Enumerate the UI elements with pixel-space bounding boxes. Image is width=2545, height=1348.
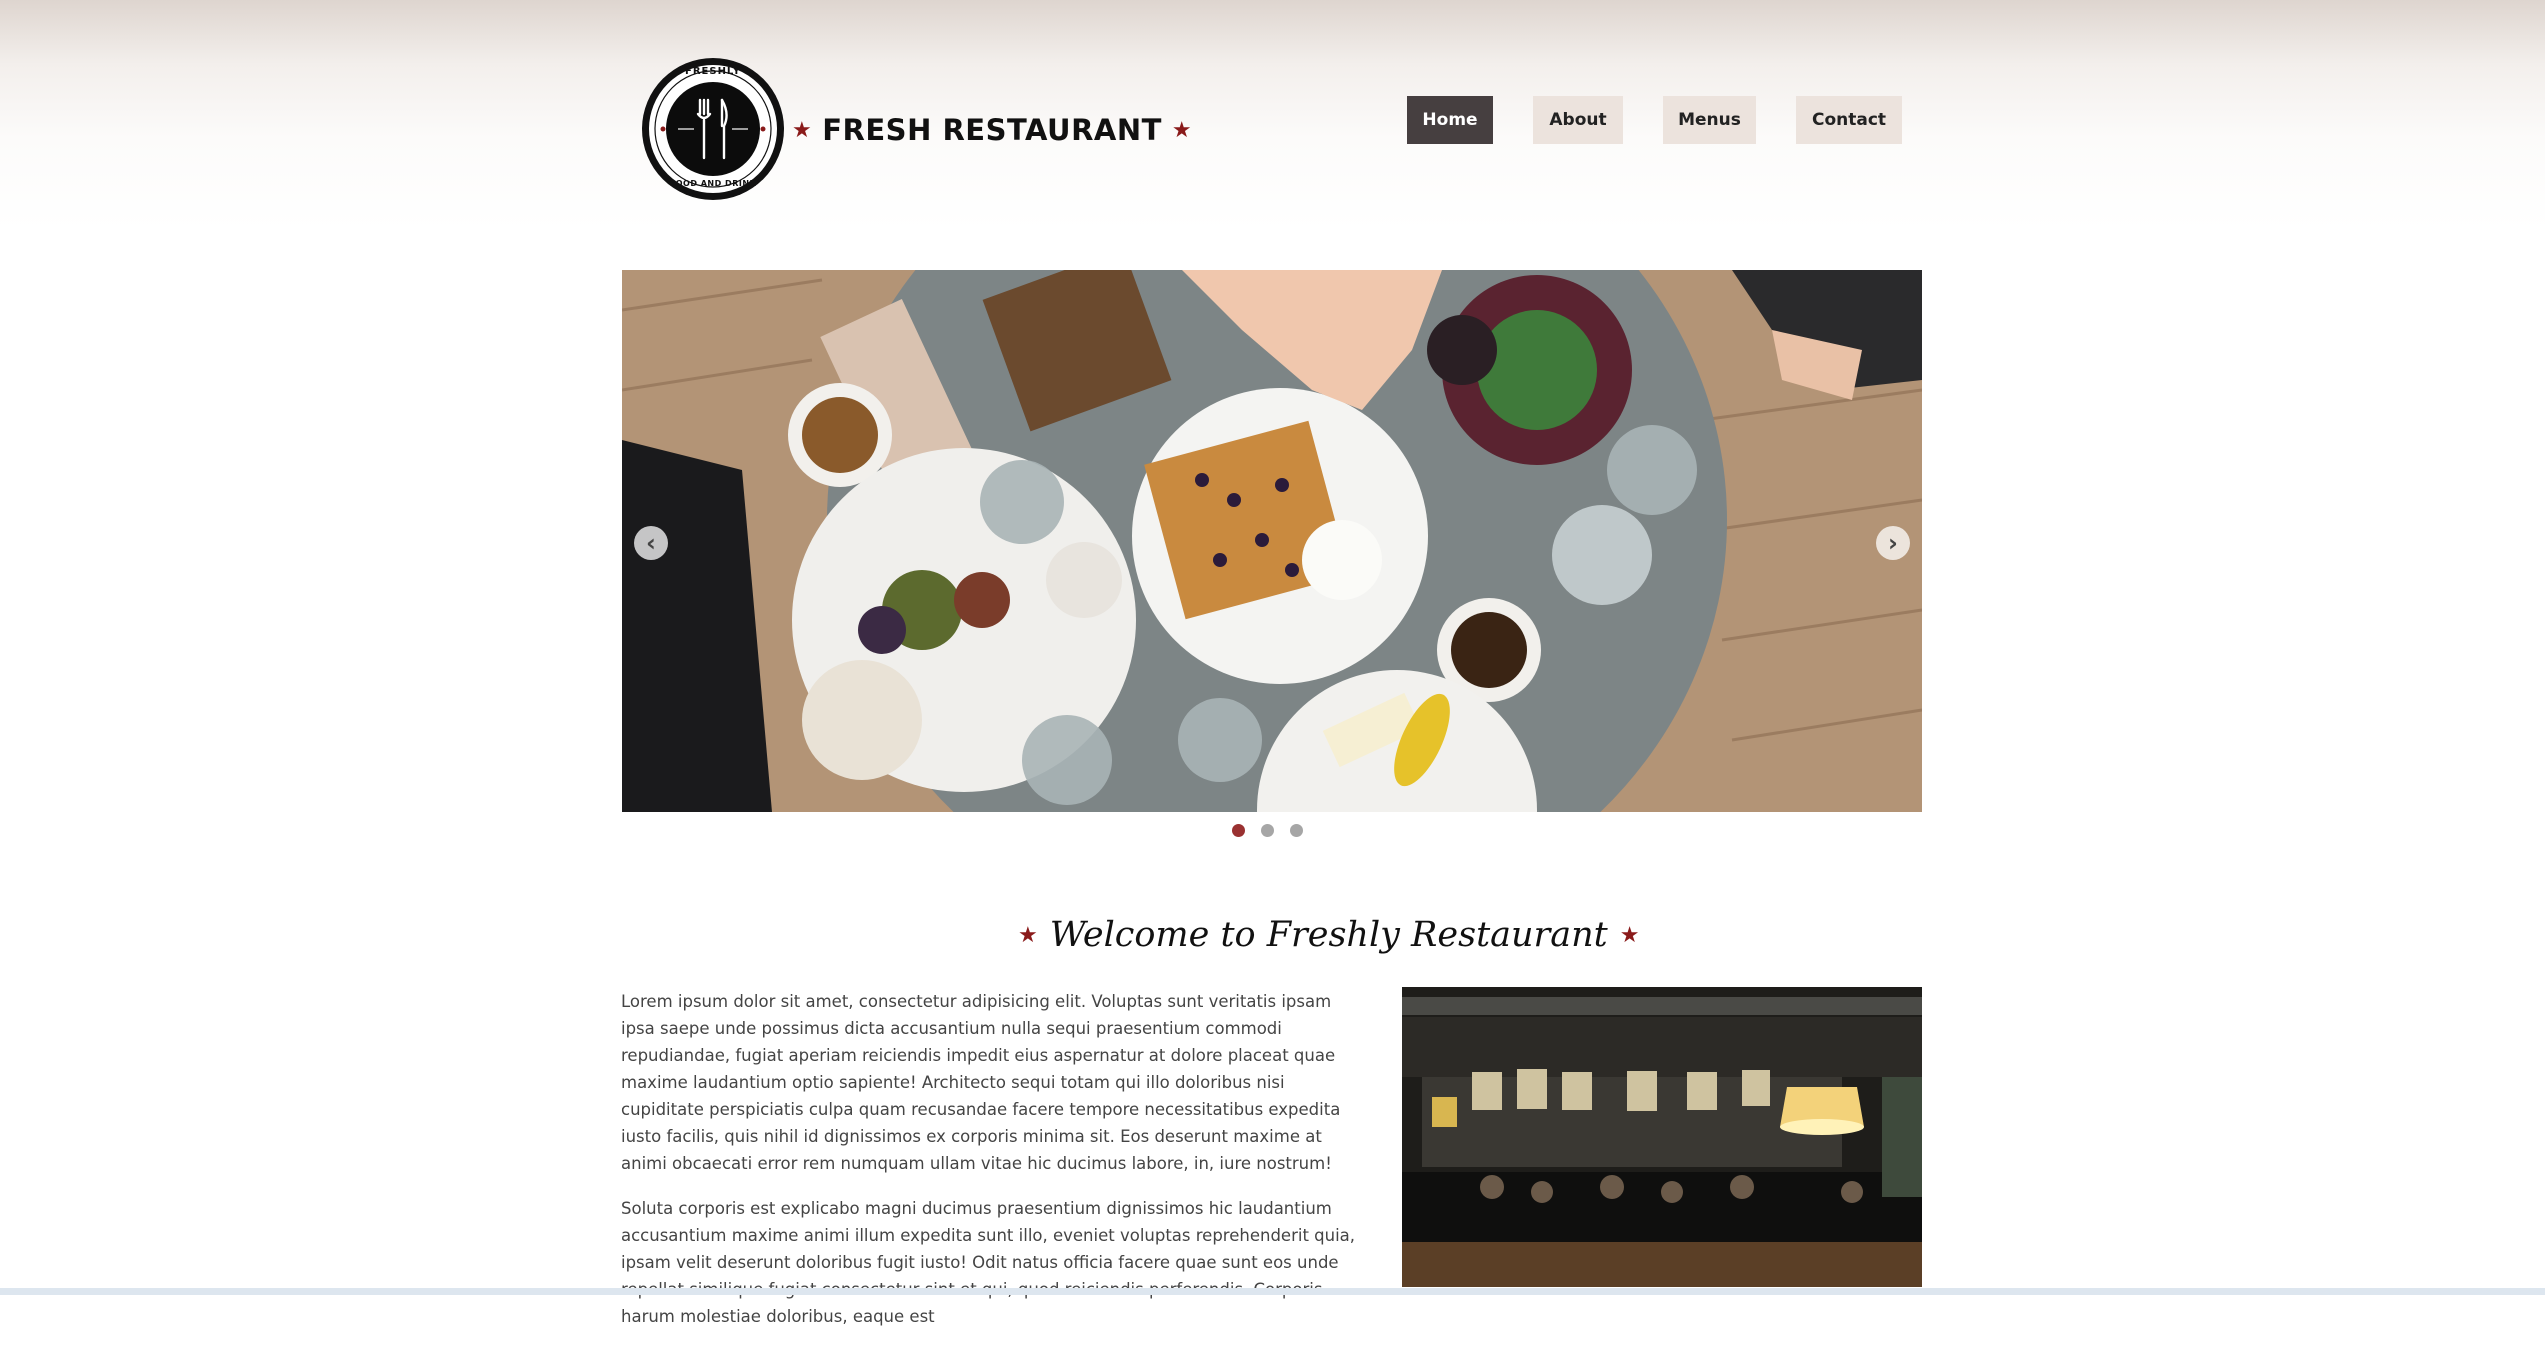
nav-home[interactable]: Home [1407,96,1493,144]
slider-prev-button[interactable]: ‹ [634,526,668,560]
logo-bottom-text: FOOD AND DRINK [669,179,757,188]
star-icon: ★ [1171,117,1193,143]
brand-name: FRESH RESTAURANT [822,113,1162,147]
restaurant-interior-photo [1402,987,1922,1287]
logo[interactable]: FRESHLY FOOD AND DRINK [642,58,784,200]
welcome-heading: ★ Welcome to Freshly Restaurant ★ [1018,910,1640,960]
chevron-right-icon: › [1888,529,1898,557]
header-background [0,0,2545,230]
nav-contact[interactable]: Contact [1796,96,1902,144]
slider-pagination [1232,824,1303,837]
chevron-left-icon: ‹ [646,529,656,557]
welcome-paragraph: Lorem ipsum dolor sit amet, consectetur … [621,992,1341,1173]
slider-next-button[interactable]: › [1876,526,1910,560]
slider-dot-3[interactable] [1290,824,1303,837]
nav-menus[interactable]: Menus [1663,96,1756,144]
welcome-title: Welcome to Freshly Restaurant [1049,915,1608,955]
slider-dot-1[interactable] [1232,824,1245,837]
star-icon: ★ [1018,922,1038,948]
nav-about[interactable]: About [1533,96,1623,144]
slider-dot-2[interactable] [1261,824,1274,837]
slide-image [622,270,1922,812]
brand-title[interactable]: ★ FRESH RESTAURANT ★ [792,113,1192,147]
image-slider[interactable]: ‹ › [622,270,1922,812]
star-icon: ★ [792,117,813,143]
star-icon: ★ [1619,922,1640,948]
logo-top-text: FRESHLY [685,66,741,77]
welcome-paragraph: Soluta corporis est explicabo magni duci… [621,1199,1356,1326]
restaurant-interior-image [1402,987,1922,1287]
window-status-strip [0,1288,2545,1295]
